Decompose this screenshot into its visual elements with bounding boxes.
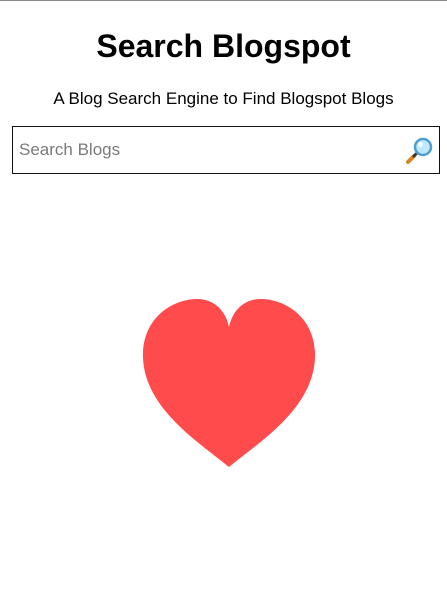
heart-shape <box>142 299 316 467</box>
page: Search Blogspot A Blog Search Engine to … <box>0 0 447 592</box>
page-title: Search Blogspot <box>96 28 351 64</box>
magnifying-glass-icon <box>406 137 433 164</box>
search-input[interactable] <box>19 127 399 172</box>
search-button[interactable] <box>405 135 435 165</box>
search-form <box>12 126 440 174</box>
heart-icon <box>142 299 316 467</box>
page-subtitle: A Blog Search Engine to Find Blogspot Bl… <box>53 89 394 108</box>
